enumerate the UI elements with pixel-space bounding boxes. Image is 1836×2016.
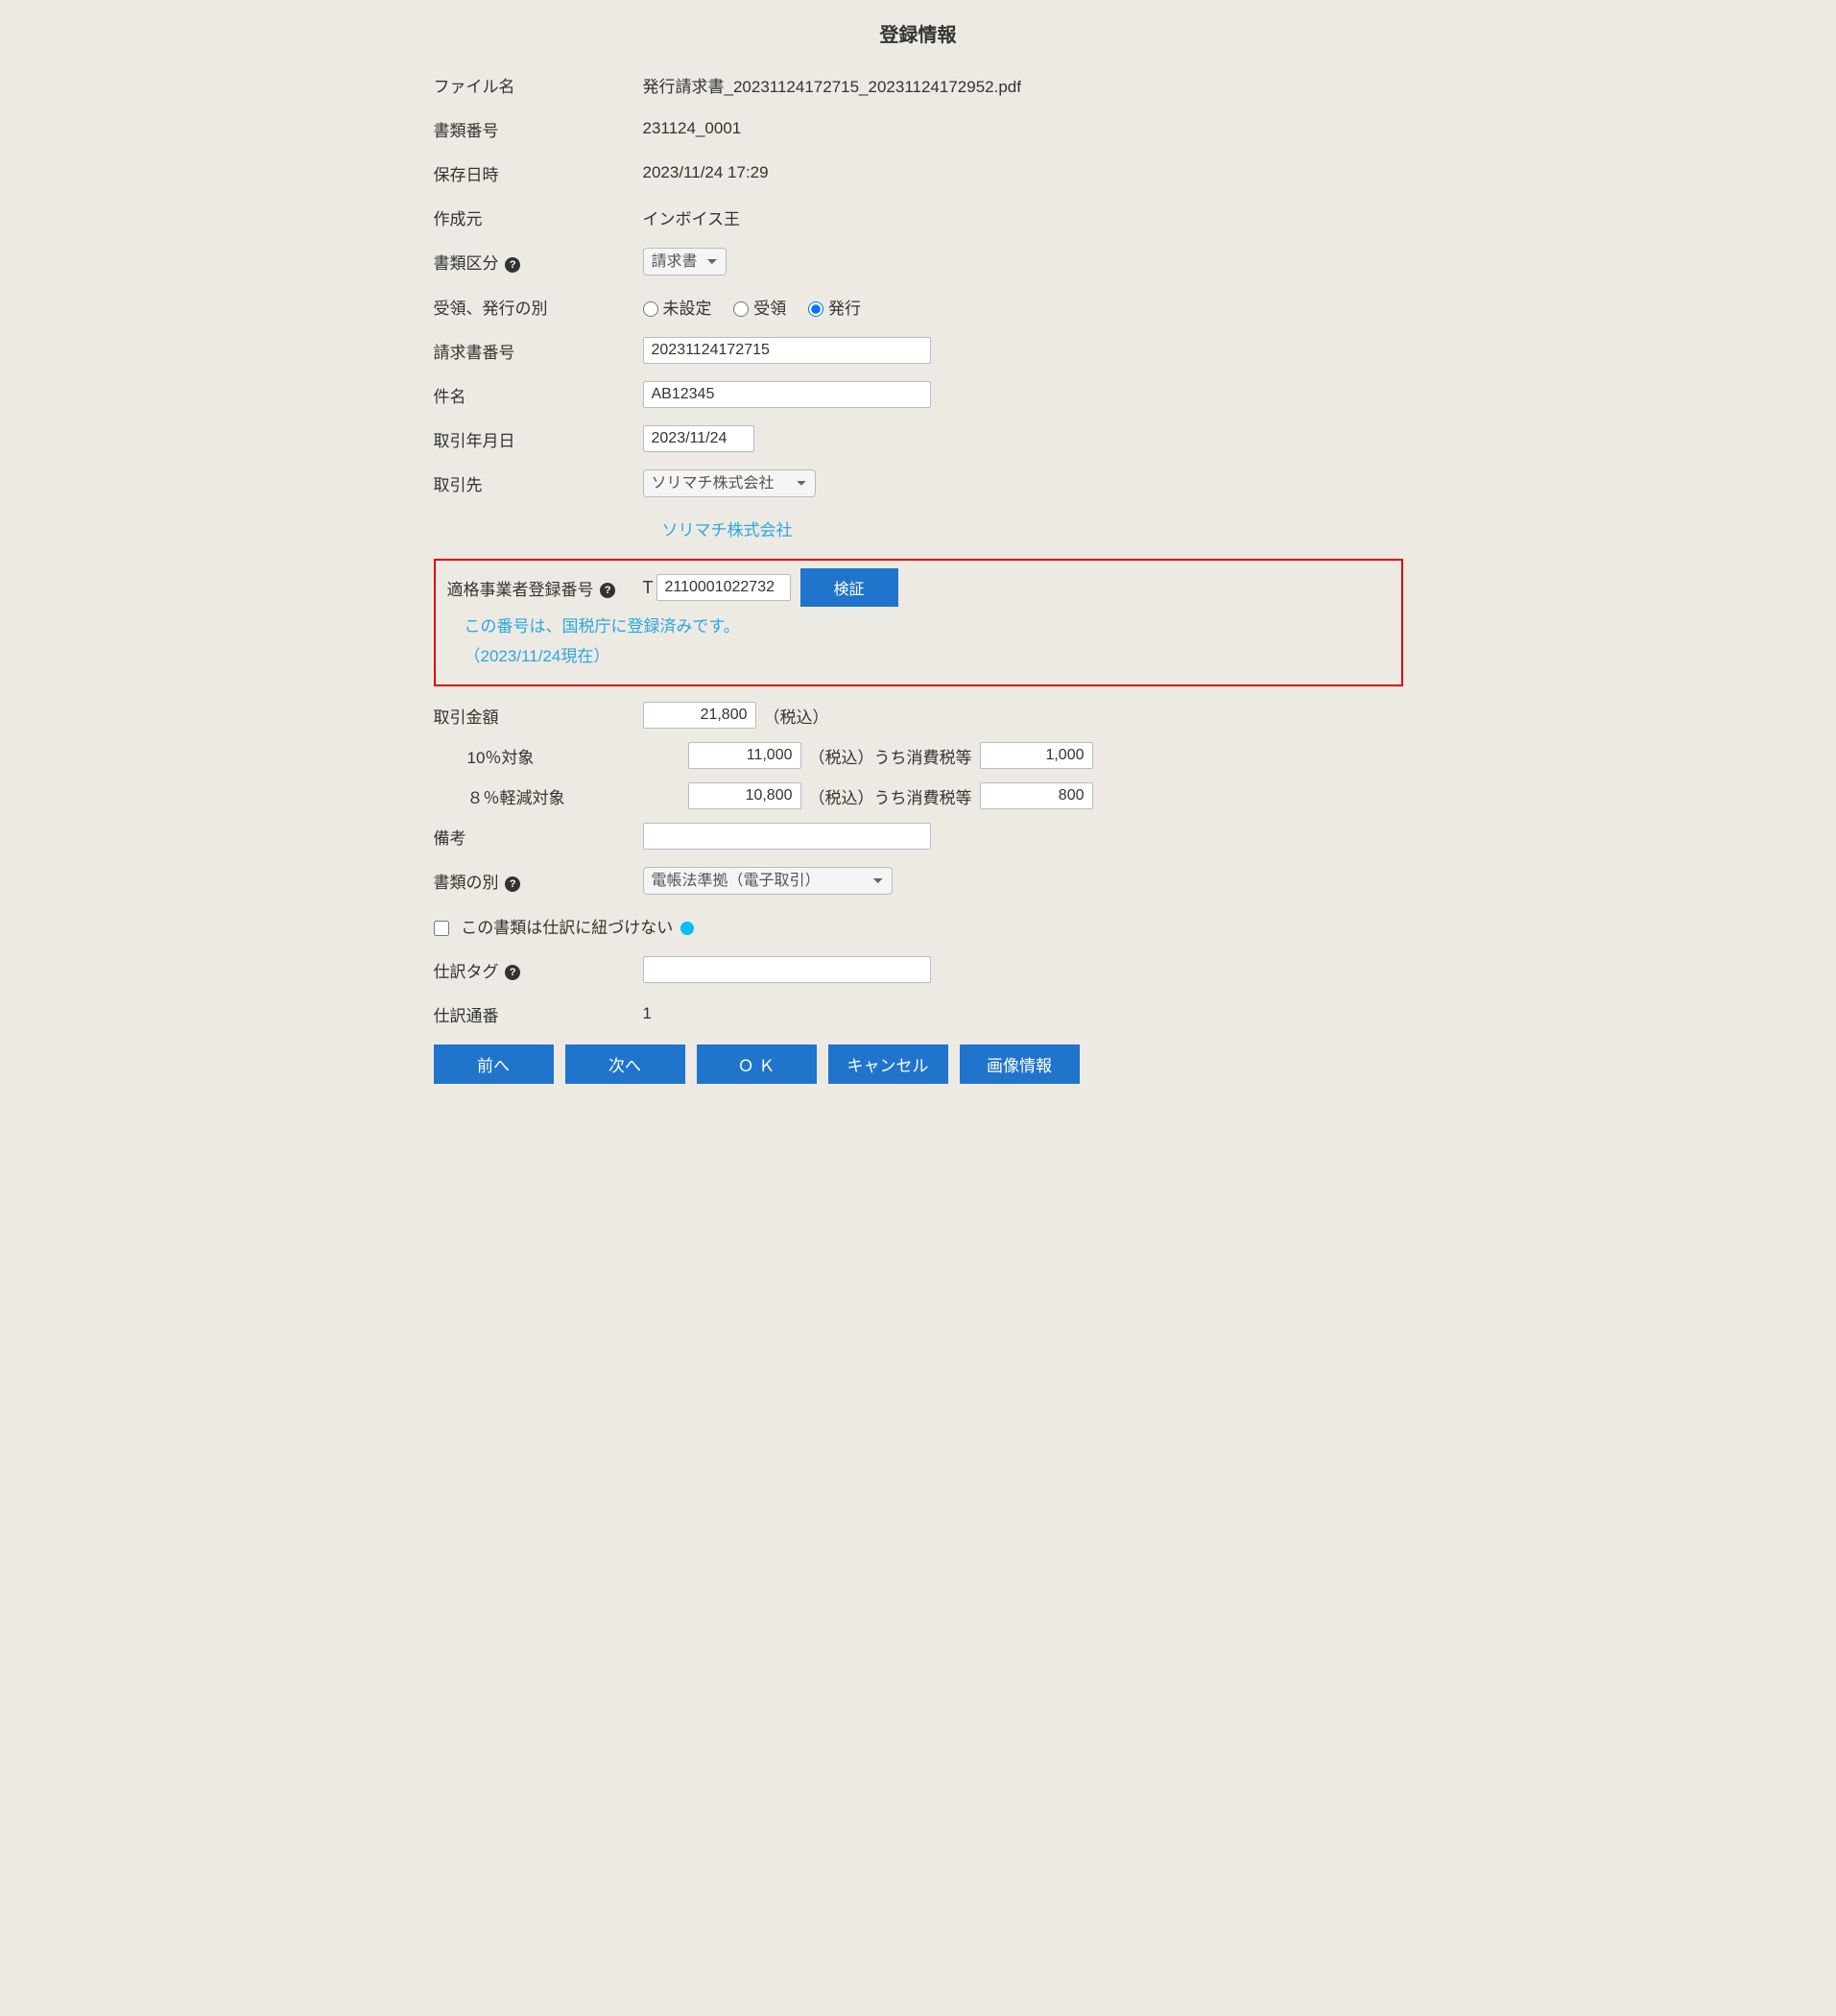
image-info-button[interactable]: 画像情報 (960, 1044, 1080, 1084)
cancel-button[interactable]: キャンセル (828, 1044, 948, 1084)
t-prefix: T (643, 578, 654, 598)
amount-label: 取引金額 (434, 704, 643, 728)
radio-issue-label[interactable]: 発行 (808, 300, 861, 318)
created-by-label: 作成元 (434, 205, 643, 229)
tax-incl-etc-label-1: （税込）うち消費税等 (809, 744, 972, 768)
transaction-date-label: 取引年月日 (434, 427, 643, 451)
invoice-number-label: 請求書番号 (434, 339, 643, 363)
client-label: 取引先 (434, 471, 643, 495)
filename-label: ファイル名 (434, 73, 643, 97)
client-link[interactable]: ソリマチ株式会社 (662, 521, 793, 540)
created-by-value: インボイス王 (643, 205, 1403, 229)
no-link-label[interactable]: この書類は仕訳に紐づけない (434, 914, 694, 938)
invoice-number-input[interactable] (643, 337, 931, 364)
subject-input[interactable] (643, 381, 931, 408)
help-icon[interactable]: ? (505, 876, 520, 892)
prev-button[interactable]: 前へ (434, 1044, 554, 1084)
radio-receive-label[interactable]: 受領 (733, 300, 786, 318)
amount-10-input[interactable] (688, 742, 801, 769)
eight-percent-label: ８％軽減対象 (434, 784, 688, 808)
amount-total-input[interactable] (643, 702, 756, 729)
tax-8-input[interactable] (980, 782, 1093, 809)
saved-at-label: 保存日時 (434, 161, 643, 185)
help-icon[interactable]: ? (600, 583, 615, 598)
doc-number-label: 書類番号 (434, 117, 643, 141)
tag-label: 仕訳タグ ? (434, 958, 643, 982)
radio-receive[interactable] (733, 301, 749, 317)
transaction-date-input[interactable] (643, 425, 754, 452)
reg-number-highlight-box: 適格事業者登録番号 ? T 検証 この番号は、国税庁に登録済みです。 （2023… (434, 559, 1403, 686)
doc-number-value: 231124_0001 (643, 119, 1403, 138)
saved-at-value: 2023/11/24 17:29 (643, 163, 1403, 182)
ok-button[interactable]: Ｏ Ｋ (697, 1044, 817, 1084)
no-link-checkbox[interactable] (434, 921, 449, 936)
reg-number-label: 適格事業者登録番号 ? (447, 576, 643, 600)
doc-category-label: 書類の別 ? (434, 869, 643, 893)
receipt-issue-label: 受領、発行の別 (434, 295, 643, 319)
notes-label: 備考 (434, 825, 643, 849)
help-icon[interactable]: ? (505, 965, 520, 980)
doc-type-select[interactable]: 請求書 (643, 248, 727, 276)
filename-value: 発行請求書_20231124172715_20231124172952.pdf (643, 73, 1403, 97)
radio-unset[interactable] (643, 301, 658, 317)
amount-8-input[interactable] (688, 782, 801, 809)
doc-type-label: 書類区分 ? (434, 250, 643, 274)
subject-label: 件名 (434, 383, 643, 407)
page-title: 登録情報 (434, 19, 1403, 47)
notes-input[interactable] (643, 823, 931, 850)
doc-category-select[interactable]: 電帳法準拠（電子取引） (643, 867, 893, 895)
radio-issue[interactable] (808, 301, 823, 317)
reg-number-input[interactable] (656, 574, 791, 601)
ten-percent-label: 10％対象 (434, 744, 688, 768)
radio-unset-label[interactable]: 未設定 (643, 300, 712, 318)
tag-input[interactable] (643, 956, 931, 983)
reg-status-text: この番号は、国税庁に登録済みです。 （2023/11/24現在） (465, 612, 1390, 671)
blue-dot-icon (680, 922, 694, 935)
verify-button[interactable]: 検証 (800, 568, 898, 607)
client-select[interactable]: ソリマチ株式会社 (643, 469, 816, 497)
tax-incl-label: （税込） (764, 704, 829, 728)
help-icon[interactable]: ? (505, 257, 520, 273)
seq-value: 1 (643, 1004, 1403, 1023)
tax-incl-etc-label-2: （税込）うち消費税等 (809, 784, 972, 808)
tax-10-input[interactable] (980, 742, 1093, 769)
seq-label: 仕訳通番 (434, 1002, 643, 1026)
next-button[interactable]: 次へ (565, 1044, 685, 1084)
